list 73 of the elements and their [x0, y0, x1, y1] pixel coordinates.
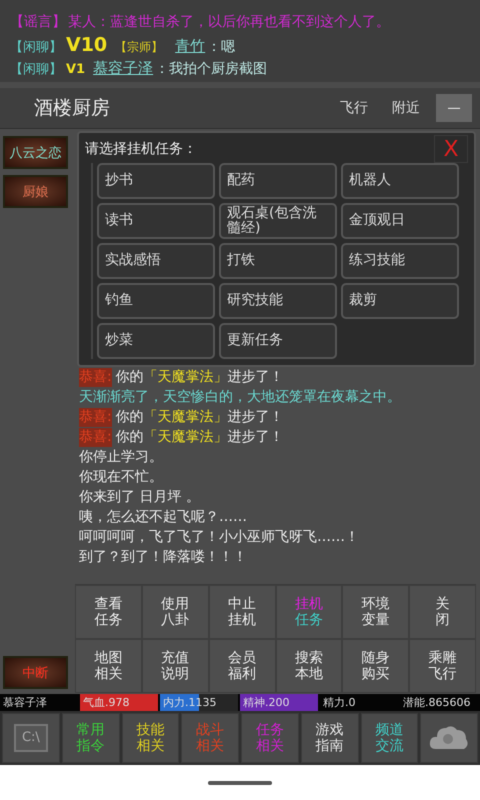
log-text: 咦，怎么还不起飞呢？…… [79, 508, 247, 527]
menu-tab[interactable]: 常用 指令 [62, 713, 120, 763]
header-action-button[interactable]: 飞行 [332, 95, 376, 121]
log-text: 恭喜: [79, 368, 112, 387]
command-button[interactable]: 使用 八卦 [142, 585, 209, 639]
task-option-button[interactable]: 钓鱼 [97, 283, 215, 319]
task-option-button[interactable]: 抄书 [97, 163, 215, 199]
log-text: 天渐渐亮了，天空惨白的，大地还笼罩在夜幕之中。 [79, 388, 401, 407]
log-text: 「天魔掌法」 [144, 408, 228, 427]
chat-message: 某人：蓝逢世自杀了，以后你再也看不到这个人了。 [68, 13, 390, 31]
task-option-button[interactable]: 打铁 [219, 243, 337, 279]
command-button[interactable]: 随身 购买 [342, 639, 410, 693]
log-text: 进步了！ [228, 408, 284, 427]
task-option-button[interactable]: 读书 [97, 203, 215, 239]
log-text: 你现在不忙。 [79, 468, 163, 487]
player-name: 慕容子泽 [2, 695, 48, 711]
dialog-title: 请选择挂机任务： [85, 140, 197, 158]
vip-level: V10 [66, 34, 108, 56]
command-button[interactable]: 会员 福利 [208, 639, 276, 693]
log-text: 你的 [116, 428, 144, 447]
header-action-button[interactable]: 附近 [384, 95, 428, 121]
command-button[interactable]: 搜索 本地 [276, 639, 342, 693]
stat-label: 精神.200 [242, 695, 290, 710]
vip-level: V1 [66, 62, 86, 77]
player-name-link[interactable]: 青竹 [175, 37, 206, 56]
command-button[interactable]: 关 闭 [409, 585, 476, 639]
task-option-button[interactable]: 实战感悟 [97, 243, 215, 279]
npc-button[interactable]: 八云之恋 [3, 136, 68, 169]
log-text: 你的 [116, 368, 144, 387]
home-indicator[interactable] [208, 780, 272, 784]
task-option-button[interactable]: 研究技能 [219, 283, 337, 319]
log-text: 恭喜: [79, 408, 112, 427]
task-option-button[interactable]: 观石桌(包含洗髓经) [219, 203, 337, 239]
log-text: 你停止学习。 [79, 448, 163, 467]
command-button[interactable]: 乘雕 飞行 [409, 639, 476, 693]
chat-message: ：嗯 [207, 38, 236, 56]
task-option-button[interactable]: 裁剪 [341, 283, 459, 319]
channel-tag: 【闲聊】 [10, 60, 62, 78]
log-text: 到了？到了！降落喽！！！ [79, 548, 247, 567]
task-option-button[interactable]: 练习技能 [341, 243, 459, 279]
log-text: 你的 [116, 408, 144, 427]
task-option-button[interactable]: 配药 [219, 163, 337, 199]
stat-label: 精力.0 [322, 695, 356, 711]
log-text: 「天魔掌法」 [144, 428, 228, 447]
menu-button[interactable]: — [436, 94, 472, 122]
chat-message: ：我拍个厨房截图 [155, 60, 268, 78]
log-text: 「天魔掌法」 [144, 368, 228, 387]
command-button[interactable]: 充值 说明 [142, 639, 209, 693]
task-option-button[interactable]: 更新任务 [219, 323, 337, 359]
log-text: 恭喜: [79, 428, 112, 447]
menu-tab[interactable]: 游戏 指南 [300, 713, 358, 763]
stat-label: 潜能.865606 [402, 695, 472, 711]
command-button[interactable]: 查看 任务 [75, 585, 142, 639]
channel-tag: 【谣言】 [10, 13, 66, 31]
menu-tab[interactable]: 频道 交流 [360, 713, 418, 763]
menu-tab[interactable]: 技能 相关 [122, 713, 180, 763]
command-button[interactable]: 中止 挂机 [208, 585, 276, 639]
rank-tag: 【宗师】 [115, 39, 164, 56]
log-text: 呵呵呵呵，飞了飞了！小小巫师飞呀飞……！ [79, 528, 359, 547]
command-button[interactable]: 环境 变量 [342, 585, 410, 639]
channel-tag: 【闲聊】 [10, 38, 62, 56]
player-name-link[interactable]: 慕容子泽 [93, 59, 154, 78]
location-title: 酒楼厨房 [34, 96, 111, 121]
task-option-button[interactable]: 金顶观日 [341, 203, 459, 239]
task-option-button[interactable]: 炒菜 [97, 323, 215, 359]
log-text: 进步了！ [228, 368, 284, 387]
log-text: 进步了！ [228, 428, 284, 447]
stat-label: 气血.978 [82, 695, 130, 710]
command-button[interactable]: 地图 相关 [75, 639, 142, 693]
command-button[interactable]: 挂机 任务 [276, 585, 342, 639]
task-option-button[interactable]: 机器人 [341, 163, 459, 199]
cloud-icon-button[interactable] [420, 713, 478, 763]
log-text: 你来到了 日月坪 。 [79, 488, 200, 507]
